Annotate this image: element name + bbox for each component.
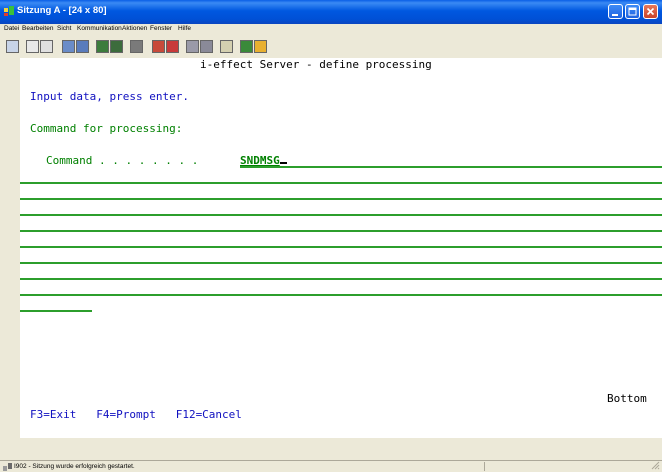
minimize-icon [612, 14, 618, 16]
menu-bar: Datei Bearbeiten Sicht Kommunikation Akt… [0, 24, 662, 36]
command-field-line-10[interactable] [20, 310, 92, 312]
connection-icon [3, 463, 12, 471]
function-keys: F3=Exit F4=Prompt F12=Cancel [30, 408, 242, 421]
command-field-line-4[interactable] [20, 214, 662, 216]
paste-icon[interactable] [40, 40, 53, 53]
help-icon[interactable] [220, 40, 233, 53]
stop-icon[interactable] [186, 40, 199, 53]
command-field-underline [240, 166, 662, 168]
record-icon[interactable] [152, 40, 165, 53]
play-icon[interactable] [166, 40, 179, 53]
close-icon [646, 7, 655, 16]
print-screen-icon[interactable] [6, 40, 19, 53]
menu-kommunikation[interactable]: Kommunikation [77, 25, 122, 32]
command-field-line-3[interactable] [20, 198, 662, 200]
copy-icon[interactable] [26, 40, 39, 53]
screen-title: i-effect Server - define processing [200, 58, 432, 71]
command-field-line-6[interactable] [20, 246, 662, 248]
maximize-button[interactable] [625, 4, 640, 19]
title-bar[interactable]: Sitzung A - [24 x 80] [0, 0, 662, 24]
keyboard-icon[interactable] [110, 40, 123, 53]
terminal-screen[interactable]: i-effect Server - define processing Inpu… [20, 58, 662, 438]
menu-hilfe[interactable]: Hilfe [178, 25, 191, 32]
instruction-text: Input data, press enter. [30, 90, 189, 103]
status-divider [484, 462, 485, 471]
client-access-icon[interactable] [200, 40, 213, 53]
status-message: I902 - Sitzung wurde erfolgreich gestart… [14, 463, 135, 470]
menu-fenster[interactable]: Fenster [150, 25, 172, 32]
command-field-line-5[interactable] [20, 230, 662, 232]
bottom-indicator: Bottom [607, 392, 647, 405]
minimize-button[interactable] [608, 4, 623, 19]
menu-aktionen[interactable]: Aktionen [122, 25, 147, 32]
terminal-gutter [0, 58, 20, 438]
close-button[interactable] [643, 4, 658, 19]
toolbar [0, 36, 662, 59]
menu-datei[interactable]: Datei [4, 25, 19, 32]
window-title: Sitzung A - [24 x 80] [17, 5, 107, 16]
status-bar: I902 - Sitzung wurde erfolgreich gestart… [0, 438, 662, 472]
command-field-line-7[interactable] [20, 262, 662, 264]
emulator-window: Sitzung A - [24 x 80] Datei Bearbeiten S… [0, 0, 662, 472]
maximize-icon [628, 7, 637, 16]
settings-icon[interactable] [240, 40, 253, 53]
command-field-line-8[interactable] [20, 278, 662, 280]
command-field-line-9[interactable] [20, 294, 662, 296]
section-heading: Command for processing: [30, 122, 183, 135]
edit-icon[interactable] [254, 40, 267, 53]
receive-icon[interactable] [76, 40, 89, 53]
resize-grip-icon[interactable] [650, 460, 660, 470]
app-icon [4, 6, 14, 16]
command-label: Command . . . . . . . . [46, 154, 199, 167]
status-separator [0, 460, 662, 461]
display-icon[interactable] [96, 40, 109, 53]
command-field-line-2[interactable] [20, 182, 662, 184]
text-cursor [279, 162, 287, 164]
macro-icon[interactable] [130, 40, 143, 53]
menu-sicht[interactable]: Sicht [57, 25, 71, 32]
send-icon[interactable] [62, 40, 75, 53]
menu-bearbeiten[interactable]: Bearbeiten [22, 25, 53, 32]
